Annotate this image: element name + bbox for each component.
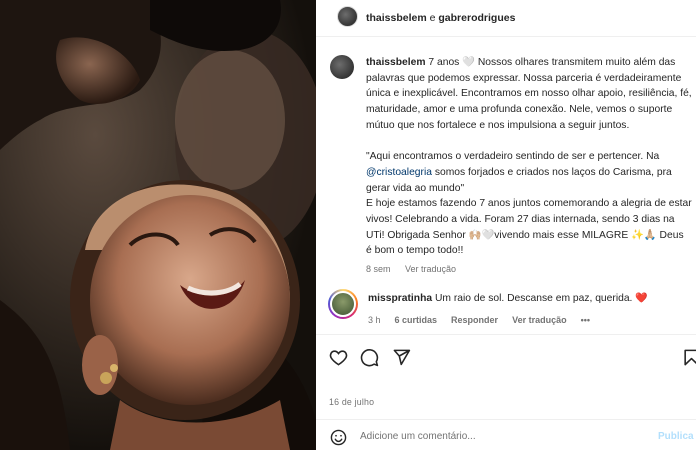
comment-view-translation[interactable]: Ver tradução (512, 315, 567, 325)
caption-username[interactable]: thaissbelem (366, 57, 426, 68)
publish-button[interactable]: Publica (658, 431, 694, 442)
caption-time: 8 sem (366, 264, 391, 275)
comment-input[interactable]: Adicione um comentário... (360, 431, 476, 442)
bookmark-icon[interactable] (682, 348, 696, 367)
caption-paragraph-3: E hoje estamos fazendo 7 anos juntos com… (366, 198, 692, 257)
post-photo-illustration (0, 0, 316, 450)
post-actions (316, 344, 696, 370)
post-detail-panel: thaissbelem e gabrerodrigues thaissbelem… (316, 0, 696, 450)
comment-username[interactable]: misspratinha (368, 293, 432, 304)
author-joiner: e (429, 12, 436, 24)
share-icon[interactable] (392, 348, 411, 367)
comment-meta: 3 h 6 curtidas Responder Ver tradução ••… (368, 315, 590, 325)
comment-content: Um raio de sol. Descanse em paz, querida… (434, 293, 633, 304)
author-username-2[interactable]: gabrerodrigues (438, 12, 515, 24)
caption-quote-start: "Aqui encontramos o verdadeiro sentindo … (366, 151, 660, 163)
heart-icon[interactable] (329, 348, 348, 367)
comment-text: misspratinha Um raio de sol. Descanse em… (368, 293, 696, 304)
comment-time: 3 h (368, 315, 381, 325)
comment-more-icon[interactable]: ••• (581, 315, 590, 325)
comment-heart-emoji: ❤️ (635, 293, 648, 304)
caption-text: thaissbelem 7 anos 🤍 Nossos olhares tran… (366, 55, 692, 278)
caption-avatar[interactable] (330, 55, 354, 79)
caption-view-translation[interactable]: Ver tradução (405, 264, 456, 274)
post-authors: thaissbelem e gabrerodrigues (366, 12, 515, 24)
emoji-icon[interactable] (330, 429, 347, 446)
comment-likes[interactable]: 6 curtidas (395, 315, 438, 325)
caption-paragraph-1: 7 anos 🤍 Nossos olhares transmitem muito… (366, 57, 692, 131)
comment-reply-button[interactable]: Responder (451, 315, 498, 325)
divider (316, 334, 696, 335)
comment-icon[interactable] (360, 348, 379, 367)
header-avatar[interactable] (337, 6, 358, 27)
post-header: thaissbelem e gabrerodrigues (316, 0, 696, 37)
add-comment-bar: Adicione um comentário... Publica (316, 420, 696, 450)
author-username-1[interactable]: thaissbelem (366, 12, 427, 24)
post-date[interactable]: 16 de julho (329, 397, 374, 407)
caption-mention[interactable]: @cristoalegria (366, 167, 432, 178)
post-photo[interactable] (0, 0, 316, 450)
comment-avatar[interactable] (328, 289, 358, 319)
caption-meta: 8 sem Ver tradução (366, 262, 692, 278)
